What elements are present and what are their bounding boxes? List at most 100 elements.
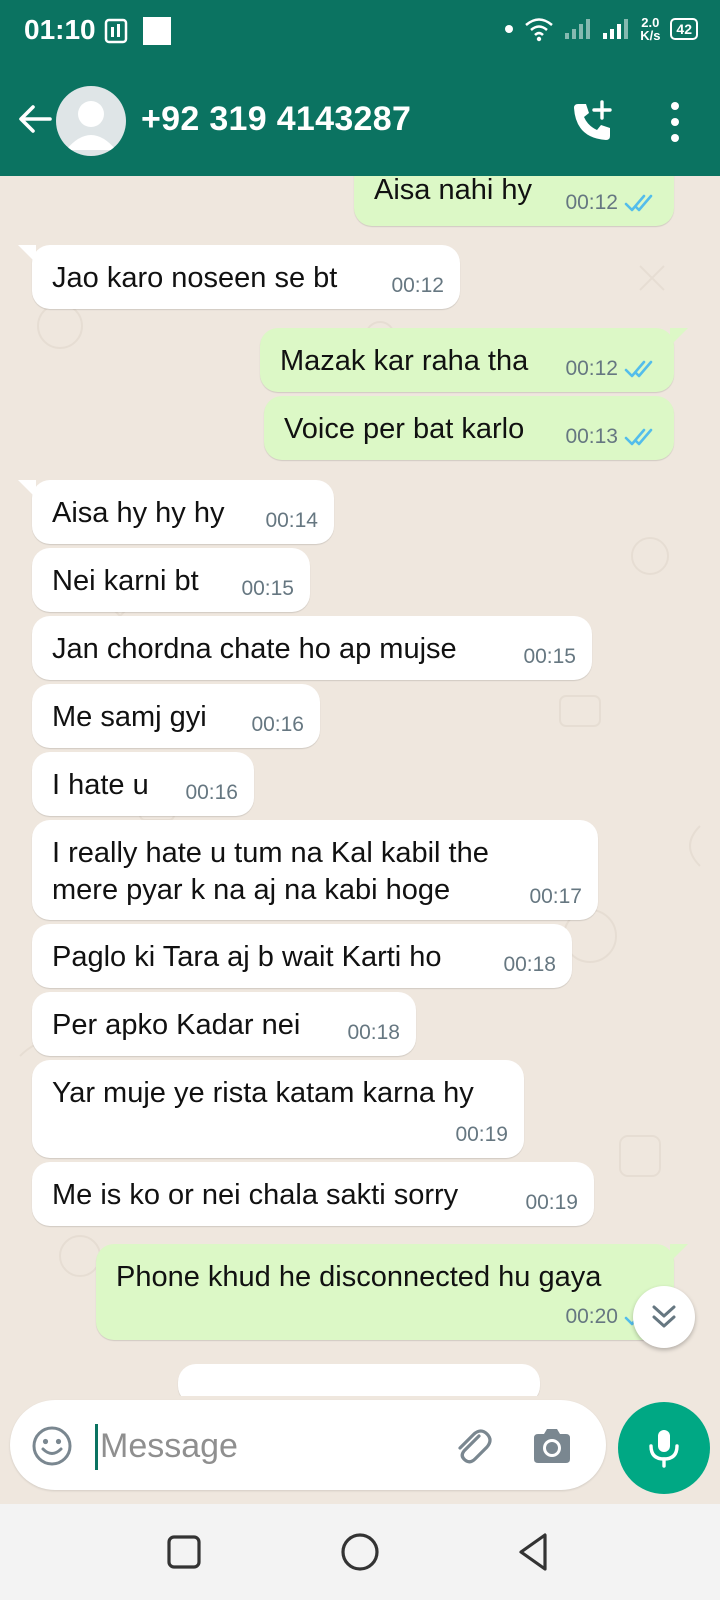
- message-time: 00:13: [565, 425, 618, 448]
- composer-bar: [0, 1396, 720, 1504]
- message-time: 00:15: [241, 577, 294, 600]
- emoji-icon: [32, 1426, 72, 1466]
- message-bubble-outgoing[interactable]: Phone khud he disconnected hu gaya 00:20: [96, 1244, 688, 1340]
- status-right-icons: 2.0 K/s 42: [504, 16, 698, 42]
- message-bubble-outgoing[interactable]: Voice per bat karlo 00:13: [264, 396, 674, 460]
- message-bubble-incoming[interactable]: Nei karni bt 00:15: [32, 548, 310, 612]
- message-bubble-incoming[interactable]: Me samj gyi 00:16: [32, 684, 320, 748]
- message-input[interactable]: [98, 1422, 422, 1470]
- message-bubble-incoming[interactable]: Jao karo noseen se bt 00:12: [18, 245, 460, 309]
- back-nav-button[interactable]: [512, 1528, 560, 1576]
- status-bar: 01:10 2.0 K/s 42: [0, 0, 720, 66]
- message-meta: 00:17: [529, 885, 582, 909]
- contact-name[interactable]: +92 319 4143287: [141, 100, 411, 139]
- read-double-tick-icon: [624, 428, 653, 446]
- message-bubble-incoming[interactable]: Yar muje ye rista katam karna hy 00:19: [32, 1060, 524, 1158]
- default-avatar-icon: [66, 101, 116, 150]
- message-text: Aisa nahi hy: [374, 176, 532, 206]
- message-text: I really hate u tum na Kal kabil the: [52, 837, 489, 869]
- message-bubble-incoming[interactable]: I really hate u tum na Kal kabil the mer…: [32, 820, 598, 920]
- message-bubble-outgoing[interactable]: Aisa nahi hy 00:12: [354, 176, 674, 226]
- back-button[interactable]: [12, 96, 58, 142]
- message-time: 00:20: [565, 1305, 618, 1328]
- home-button[interactable]: [336, 1528, 384, 1576]
- triangle-back-icon: [519, 1533, 547, 1571]
- camera-button[interactable]: [528, 1422, 576, 1470]
- message-text: Yar muje ye rista katam karna hy: [52, 1077, 474, 1109]
- message-time: 00:19: [455, 1123, 508, 1146]
- sim-icon: [104, 18, 128, 44]
- message-text: Nei karni bt: [52, 565, 199, 597]
- circle-icon: [341, 1533, 379, 1571]
- message-meta: 00:12: [391, 274, 444, 298]
- chat-messages[interactable]: Aisa nahi hy 00:12 Jao karo noseen se bt…: [0, 176, 720, 1404]
- message-meta: 00:18: [347, 1021, 400, 1045]
- message-meta: 00:16: [251, 713, 304, 737]
- system-navigation-bar: [0, 1504, 720, 1600]
- attach-button[interactable]: [448, 1422, 496, 1470]
- composer-pill: [10, 1400, 606, 1490]
- message-time: 00:18: [347, 1021, 400, 1044]
- camera-icon: [534, 1429, 570, 1463]
- status-left-icons: [104, 16, 172, 46]
- read-double-tick-icon: [624, 194, 653, 212]
- square-icon: [167, 1535, 201, 1569]
- message-text: I hate u: [52, 769, 149, 801]
- message-time: 00:12: [565, 191, 618, 214]
- message-meta: 00:12: [565, 191, 658, 215]
- message-time: 00:16: [251, 713, 304, 736]
- message-time: 00:15: [523, 645, 576, 668]
- chat-header: +92 319 4143287: [0, 66, 720, 176]
- scroll-to-bottom-button[interactable]: [633, 1286, 695, 1348]
- wifi-icon: [525, 18, 553, 42]
- dot-icon: [505, 25, 514, 33]
- message-text: Mazak kar raha tha: [280, 345, 529, 377]
- message-text: Me samj gyi: [52, 701, 207, 733]
- message-time: 00:17: [529, 885, 582, 908]
- message-text: Phone khud he disconnected hu gaya: [116, 1261, 602, 1293]
- signal-2-icon: [603, 19, 629, 39]
- signal-1-icon: [565, 19, 591, 39]
- double-chevron-down-icon: [652, 1305, 676, 1328]
- screenshot-notification-icon: [143, 17, 171, 45]
- paperclip-icon: [458, 1429, 492, 1464]
- message-meta: 00:18: [503, 953, 556, 977]
- message-meta: 00:19: [525, 1191, 578, 1215]
- message-text: Jao karo noseen se bt: [52, 262, 338, 294]
- message-meta: 00:16: [185, 781, 238, 805]
- message-bubble-incoming[interactable]: Me is ko or nei chala sakti sorry 00:19: [32, 1162, 594, 1226]
- kebab-menu-icon: [671, 102, 679, 142]
- message-text: Me is ko or nei chala sakti sorry: [52, 1179, 459, 1211]
- recents-button[interactable]: [160, 1528, 208, 1576]
- message-text: Voice per bat karlo: [284, 413, 525, 445]
- read-double-tick-icon: [624, 360, 653, 378]
- microphone-icon: [649, 1430, 679, 1468]
- status-time: 01:10: [24, 14, 96, 45]
- message-time: 00:16: [185, 781, 238, 804]
- message-meta: 00:12: [565, 357, 658, 381]
- message-bubble-incoming[interactable]: Aisa hy hy hy 00:14: [18, 480, 334, 544]
- message-time: 00:12: [391, 274, 444, 297]
- back-arrow-icon: [19, 105, 52, 133]
- avatar[interactable]: [56, 86, 126, 156]
- message-bubble-incoming[interactable]: I hate u 00:16: [32, 752, 254, 816]
- message-text: Per apko Kadar nei: [52, 1009, 301, 1041]
- phone-plus-icon: [574, 100, 612, 140]
- message-meta: 00:13: [565, 425, 658, 449]
- message-meta: 00:19: [455, 1123, 508, 1147]
- message-bubble-outgoing[interactable]: Mazak kar raha tha 00:12: [260, 328, 688, 392]
- message-bubble-incoming[interactable]: Jan chordna chate ho ap mujse 00:15: [32, 616, 592, 680]
- voice-record-button[interactable]: [618, 1402, 710, 1494]
- message-bubble-incoming[interactable]: Paglo ki Tara aj b wait Karti ho 00:18: [32, 924, 572, 988]
- network-speed-unit: K/s: [640, 28, 661, 43]
- message-bubble-incoming[interactable]: Per apko Kadar nei 00:18: [32, 992, 416, 1056]
- more-options-button[interactable]: [660, 98, 690, 146]
- message-text: Jan chordna chate ho ap mujse: [52, 633, 457, 665]
- message-text: Aisa hy hy hy: [52, 497, 225, 529]
- emoji-button[interactable]: [30, 1424, 74, 1468]
- add-call-button[interactable]: [568, 98, 616, 146]
- message-time: 00:18: [503, 953, 556, 976]
- message-meta: 00:14: [265, 509, 318, 533]
- message-time: 00:12: [565, 357, 618, 380]
- message-text-line-2: mere pyar k na aj na kabi hoge: [52, 874, 451, 906]
